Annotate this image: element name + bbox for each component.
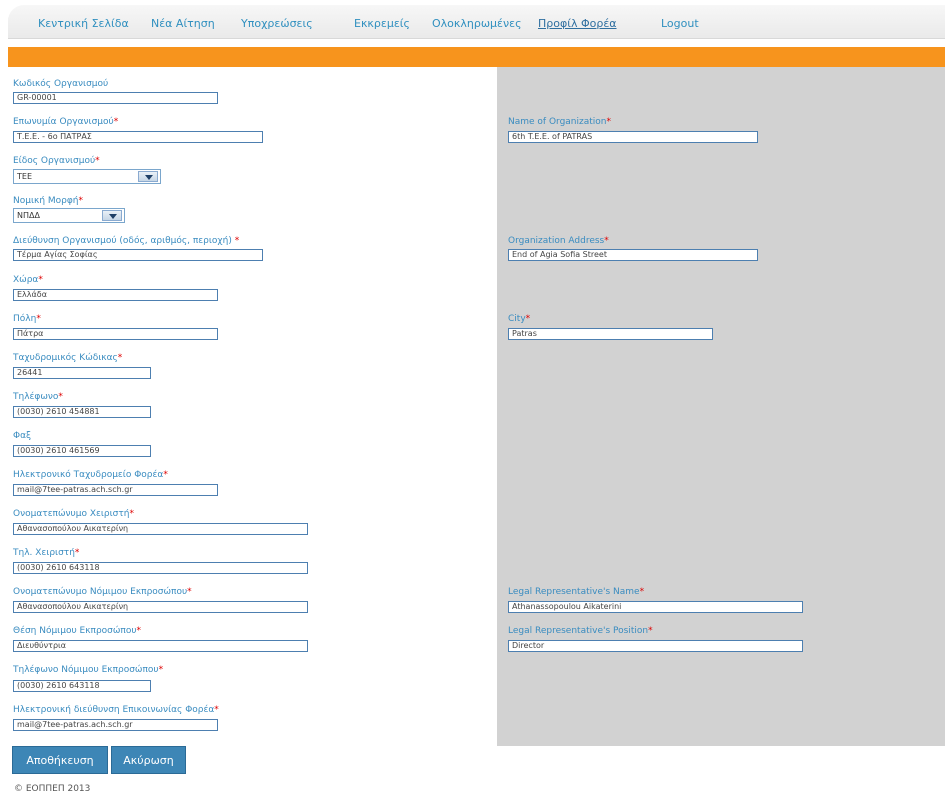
nav-completed[interactable]: Ολοκληρωμένες xyxy=(432,17,522,30)
email-label: Ηλεκτρονικό Ταχυδρομείο Φορέα* xyxy=(13,470,168,480)
legal-form-select[interactable]: ΝΠΔΔ xyxy=(13,208,125,223)
city-input[interactable]: Πάτρα xyxy=(13,328,218,340)
handler-phone-input[interactable]: (0030) 2610 643118 xyxy=(13,562,308,574)
en-address-label: Organization Address* xyxy=(508,236,609,246)
org-code-label: Κωδικός Οργανισμού xyxy=(13,79,109,89)
en-rep-position-input[interactable]: Director xyxy=(508,640,803,652)
address-input[interactable]: Τέρμα Αγίας Σοφίας xyxy=(13,249,263,261)
org-type-value: ΤΕΕ xyxy=(17,172,32,181)
nav-obligations[interactable]: Υποχρεώσεις xyxy=(241,17,313,30)
save-button[interactable]: Αποθήκευση xyxy=(12,746,108,774)
legal-form-label: Νομική Μορφή* xyxy=(13,196,84,206)
rep-phone-input[interactable]: (0030) 2610 643118 xyxy=(13,680,151,692)
chevron-down-icon[interactable] xyxy=(102,210,122,221)
rep-position-input[interactable]: Διευθύντρια xyxy=(13,640,308,652)
cancel-button[interactable]: Ακύρωση xyxy=(111,746,186,774)
handler-name-input[interactable]: Αθανασοπούλου Αικατερίνη xyxy=(13,523,308,535)
org-type-select[interactable]: ΤΕΕ xyxy=(13,169,161,184)
en-city-label: City* xyxy=(508,314,531,324)
postal-code-label: Ταχυδρομικός Κώδικας* xyxy=(13,353,123,363)
rep-position-label: Θέση Νόμιμου Εκπροσώπου* xyxy=(13,626,142,636)
rep-phone-label: Τηλέφωνο Νόμιμου Εκπροσώπου* xyxy=(13,665,164,675)
city-label: Πόλη* xyxy=(13,314,41,324)
handler-phone-label: Τηλ. Χειριστή* xyxy=(13,548,80,558)
org-name-label: Επωνυμία Οργανισμού* xyxy=(13,117,119,127)
en-rep-name-input[interactable]: Athanassopoulou Aikaterini xyxy=(508,601,803,613)
nav-new-request[interactable]: Νέα Αίτηση xyxy=(151,17,215,30)
nav-home[interactable]: Κεντρική Σελίδα xyxy=(38,17,129,30)
en-rep-position-label: Legal Representative's Position* xyxy=(508,626,653,636)
top-navigation: Κεντρική Σελίδα Νέα Αίτηση Υποχρεώσεις Ε… xyxy=(8,5,945,39)
nav-profile[interactable]: Προφίλ Φορέα xyxy=(538,17,617,30)
postal-code-input[interactable]: 26441 xyxy=(13,367,151,379)
rep-name-label: Ονοματεπώνυμο Νόμιμου Εκπροσώπου* xyxy=(13,587,192,597)
nav-logout[interactable]: Logout xyxy=(661,17,699,30)
phone-input[interactable]: (0030) 2610 454881 xyxy=(13,406,151,418)
en-rep-name-label: Legal Representative's Name* xyxy=(508,587,645,597)
rep-name-input[interactable]: Αθανασοπούλου Αικατερίνη xyxy=(13,601,308,613)
contact-email-input[interactable]: mail@7tee-patras.ach.sch.gr xyxy=(13,719,218,731)
en-org-name-input[interactable]: 6th T.E.E. of PATRAS xyxy=(508,131,758,143)
fax-input[interactable]: (0030) 2610 461569 xyxy=(13,445,151,457)
chevron-down-icon[interactable] xyxy=(138,171,158,182)
country-input[interactable]: Ελλάδα xyxy=(13,289,218,301)
en-org-name-label: Name of Organization* xyxy=(508,117,611,127)
org-code-input[interactable]: GR-00001 xyxy=(13,92,218,104)
nav-pending[interactable]: Εκκρεμείς xyxy=(354,17,410,30)
en-address-input[interactable]: End of Agia Sofia Street xyxy=(508,249,758,261)
country-label: Χώρα* xyxy=(13,275,43,285)
org-name-input[interactable]: Τ.Ε.Ε. - 6ο ΠΑΤΡΑΣ xyxy=(13,131,263,143)
en-city-input[interactable]: Patras xyxy=(508,328,713,340)
footer-copyright: © ΕΟΠΠΕΠ 2013 xyxy=(14,784,91,794)
phone-label: Τηλέφωνο* xyxy=(13,392,63,402)
orange-header-bar xyxy=(8,47,945,67)
fax-label: Φαξ xyxy=(13,431,32,441)
org-type-label: Είδος Οργανισμού* xyxy=(13,156,100,166)
contact-email-label: Ηλεκτρονική διεύθυνση Επικοινωνίας Φορέα… xyxy=(13,705,219,715)
address-label: Διεύθυνση Οργανισμού (οδός, αριθμός, περ… xyxy=(13,236,240,246)
legal-form-value: ΝΠΔΔ xyxy=(17,211,40,220)
handler-name-label: Ονοματεπώνυμο Χειριστή* xyxy=(13,509,135,519)
email-input[interactable]: mail@7tee-patras.ach.sch.gr xyxy=(13,484,218,496)
